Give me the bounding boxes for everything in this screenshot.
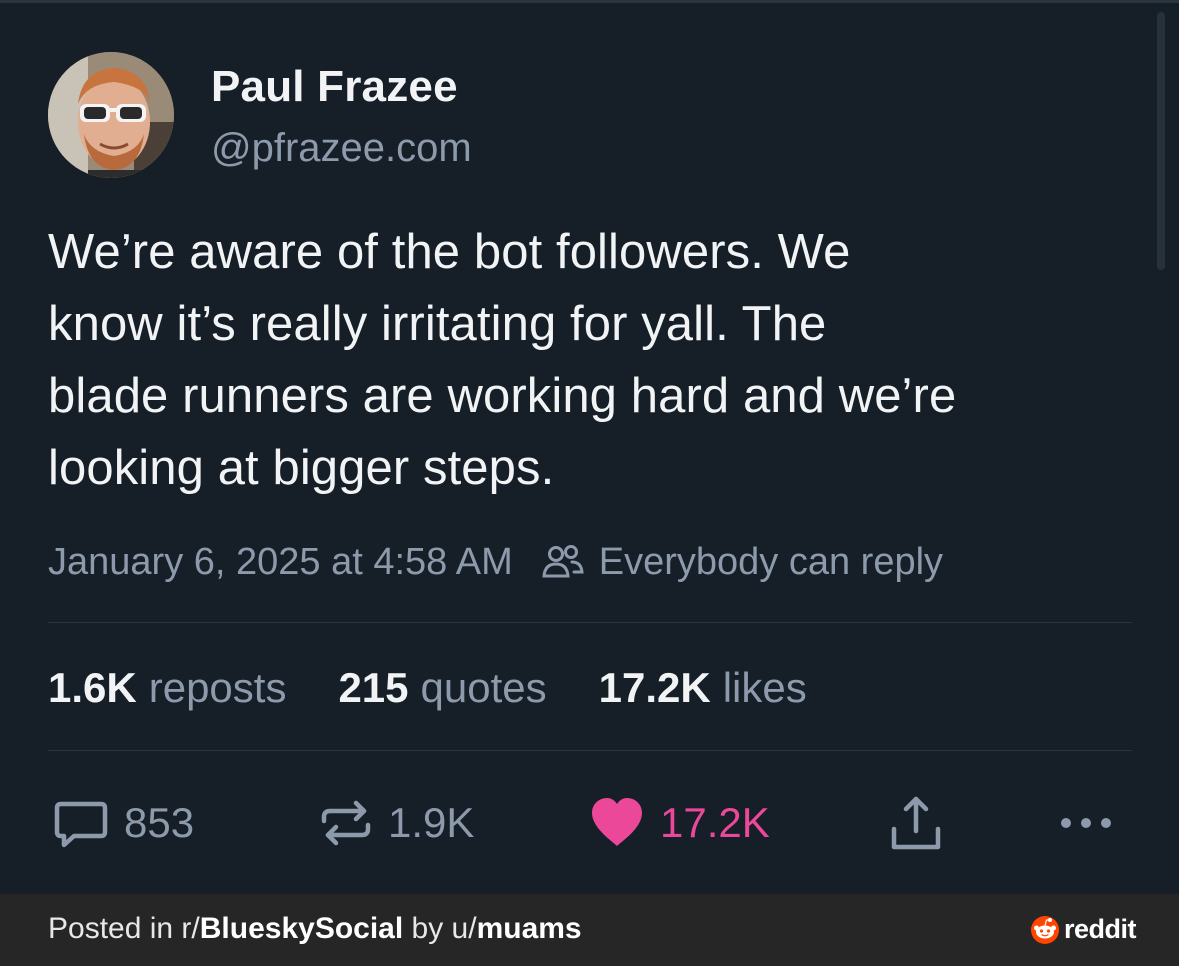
screenshot: Paul Frazee @pfrazee.com We’re aware of … — [0, 0, 1179, 966]
posted-in-text: Posted in r/BlueskySocial by u/muams — [48, 912, 582, 946]
reddit-footer: Posted in r/BlueskySocial by u/muams red… — [0, 894, 1179, 966]
author-handle[interactable]: @pfrazee.com — [211, 126, 472, 171]
scrollbar[interactable] — [1157, 12, 1165, 270]
repost-arrows-icon — [318, 795, 374, 851]
subreddit-link[interactable]: BlueskySocial — [200, 912, 403, 945]
post-actions: 853 1.9K 17.2K — [48, 790, 1138, 860]
stat-number: 17.2K — [598, 664, 711, 711]
post-meta: January 6, 2025 at 4:58 AM Everybody can… — [48, 536, 943, 588]
reply-count: 853 — [124, 799, 195, 846]
divider — [48, 750, 1132, 751]
post-header: Paul Frazee @pfrazee.com — [48, 52, 848, 180]
reply-setting-label: Everybody can reply — [598, 540, 944, 583]
post-timestamp[interactable]: January 6, 2025 at 4:58 AM — [48, 541, 513, 584]
avatar[interactable] — [48, 52, 174, 178]
like-count: 17.2K — [660, 799, 770, 846]
reddit-wordmark: reddit — [1064, 914, 1137, 944]
reply-setting: Everybody can reply — [541, 540, 943, 584]
reddit-logo[interactable]: reddit — [1030, 914, 1137, 945]
reddit-snoo-icon — [1030, 915, 1060, 945]
engagement-stats: 1.6K reposts 215 quotes 17.2K likes — [48, 660, 859, 716]
more-options-button[interactable] — [1058, 790, 1128, 856]
stat-quotes[interactable]: 215 quotes — [338, 664, 546, 712]
repost-count: 1.9K — [388, 799, 475, 846]
stat-label: likes — [722, 664, 807, 711]
post-body-text: We’re aware of the bot followers. We kno… — [48, 225, 957, 495]
stat-number: 215 — [338, 664, 409, 711]
top-border — [0, 0, 1179, 3]
stat-likes[interactable]: 17.2K likes — [599, 664, 807, 712]
posted-in-prefix: Posted in r/ — [48, 912, 200, 945]
username-link[interactable]: muams — [477, 912, 582, 945]
like-button[interactable]: 17.2K — [588, 790, 770, 856]
people-icon — [541, 540, 585, 584]
divider — [48, 622, 1132, 623]
repost-button[interactable]: 1.9K — [318, 790, 474, 856]
reply-button[interactable]: 853 — [52, 790, 194, 856]
stat-label: quotes — [420, 664, 547, 711]
share-icon — [888, 793, 944, 853]
ellipsis-icon — [1058, 813, 1114, 833]
author-display-name[interactable]: Paul Frazee — [211, 62, 458, 112]
by-prefix: by u/ — [403, 912, 477, 945]
share-button[interactable] — [888, 790, 958, 856]
speech-bubble-icon — [52, 794, 110, 852]
stat-reposts[interactable]: 1.6K reposts — [48, 664, 286, 712]
stat-label: reposts — [148, 664, 287, 711]
stat-number: 1.6K — [48, 664, 137, 711]
heart-icon — [588, 794, 646, 852]
